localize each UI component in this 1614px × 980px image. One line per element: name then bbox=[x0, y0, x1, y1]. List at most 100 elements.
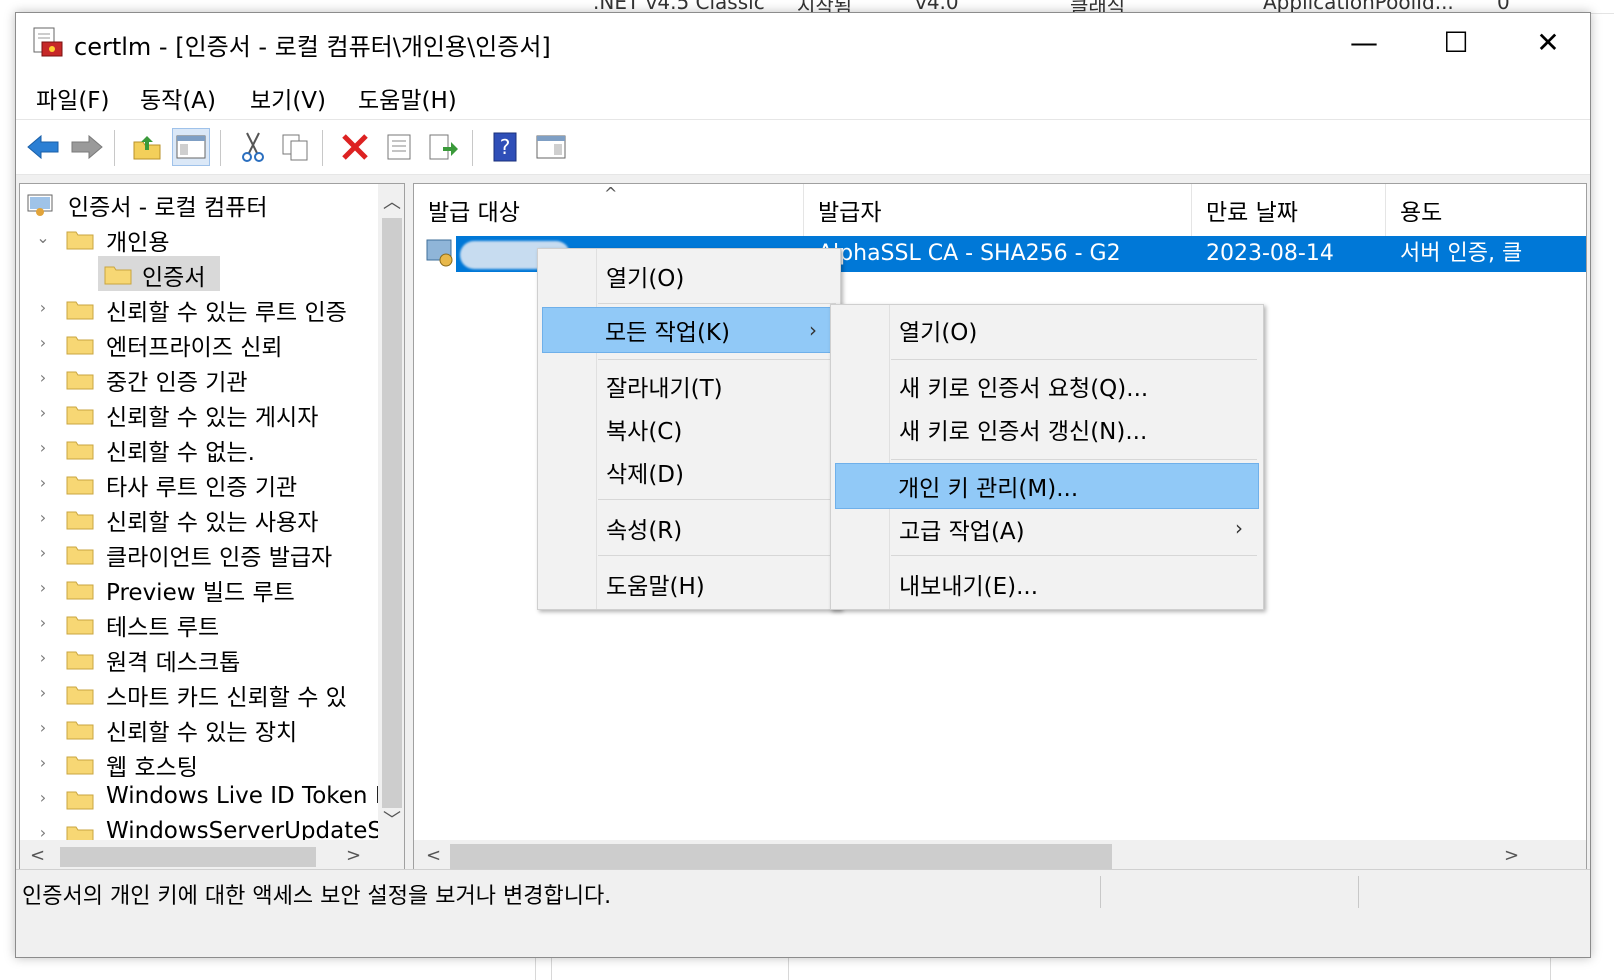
chevron-right-icon[interactable]: › bbox=[34, 508, 52, 527]
tree-item[interactable]: › Preview 빌드 루트 bbox=[20, 571, 378, 607]
tree-item[interactable]: › 테스트 루트 bbox=[20, 606, 378, 642]
menu-view[interactable]: 보기(V) bbox=[250, 81, 326, 115]
minimize-button[interactable]: — bbox=[1318, 13, 1410, 71]
tree-item[interactable]: › 웹 호스팅 bbox=[20, 746, 378, 782]
chevron-right-icon[interactable]: › bbox=[34, 648, 52, 667]
tree-item[interactable]: › 중간 인증 기관 bbox=[20, 361, 378, 397]
folder-icon bbox=[66, 441, 94, 460]
delete-button[interactable] bbox=[336, 128, 374, 166]
menu-item-label: 잘라내기(T) bbox=[606, 376, 723, 402]
tree-item[interactable]: › 신뢰할 수 있는 사용자 bbox=[20, 501, 378, 537]
up-level-button[interactable] bbox=[128, 128, 166, 166]
menu-item-delete[interactable]: 삭제(D) bbox=[540, 449, 838, 495]
copy-button[interactable] bbox=[276, 128, 314, 166]
chevron-right-icon[interactable]: › bbox=[34, 613, 52, 632]
list-horizontal-scroll-thumb[interactable] bbox=[450, 844, 1112, 870]
chevron-right-icon[interactable]: › bbox=[34, 788, 52, 807]
menu-file[interactable]: 파일(F) bbox=[36, 81, 110, 115]
sort-ascending-icon: ^ bbox=[604, 184, 618, 203]
show-action-pane-button[interactable] bbox=[532, 128, 570, 166]
folder-open-icon bbox=[104, 266, 132, 285]
copy-icon bbox=[282, 134, 308, 161]
chevron-right-icon[interactable]: › bbox=[34, 333, 52, 352]
menu-help[interactable]: 도움말(H) bbox=[358, 81, 457, 115]
scroll-down-icon[interactable]: ﹀ bbox=[383, 806, 401, 832]
scroll-left-icon[interactable]: < bbox=[30, 845, 45, 866]
folder-icon bbox=[66, 546, 94, 565]
tree-item[interactable]: › 신뢰할 수 있는 루트 인증 bbox=[20, 291, 378, 327]
tree-item-personal[interactable]: ⌄ 개인용 bbox=[20, 221, 378, 257]
menu-item-properties[interactable]: 속성(R) bbox=[540, 505, 838, 551]
maximize-icon: ☐ bbox=[1443, 25, 1469, 59]
menu-item-all-tasks[interactable]: 모든 작업(K) › bbox=[542, 307, 832, 353]
submenu-item-renew-new-key[interactable]: 새 키로 인증서 갱신(N)... bbox=[833, 406, 1261, 452]
tree-vertical-scroll-thumb[interactable] bbox=[382, 218, 402, 808]
menu-action[interactable]: 동작(A) bbox=[140, 81, 216, 115]
tree-item[interactable]: › 신뢰할 수 있는 게시자 bbox=[20, 396, 378, 432]
folder-icon bbox=[66, 651, 94, 670]
tree-item-certificates[interactable]: 인증서 bbox=[20, 256, 378, 291]
status-text: 인증서의 개인 키에 대한 액세스 보안 설정을 보거나 변경합니다. bbox=[22, 884, 612, 909]
tree-item[interactable]: › Windows Live ID Token Is bbox=[20, 781, 378, 816]
submenu-item-request-new-key[interactable]: 새 키로 인증서 요청(Q)... bbox=[833, 363, 1261, 409]
help-button[interactable]: ? bbox=[486, 128, 524, 166]
tree-item[interactable]: › 엔터프라이즈 신뢰 bbox=[20, 326, 378, 362]
show-hide-tree-button[interactable] bbox=[172, 128, 210, 166]
chevron-right-icon[interactable]: › bbox=[34, 683, 52, 702]
export-list-icon bbox=[429, 134, 458, 160]
close-button[interactable]: ✕ bbox=[1502, 13, 1594, 71]
menu-item-label: 개인 키 관리(M)... bbox=[898, 476, 1079, 502]
back-icon bbox=[27, 134, 59, 160]
scroll-left-icon[interactable]: < bbox=[426, 845, 441, 866]
column-purpose[interactable]: 용도 bbox=[1386, 184, 1586, 236]
back-button[interactable] bbox=[24, 128, 62, 166]
submenu-item-manage-private-keys[interactable]: 개인 키 관리(M)... bbox=[835, 463, 1259, 509]
menu-item-cut[interactable]: 잘라내기(T) bbox=[540, 363, 838, 409]
chevron-right-icon[interactable]: › bbox=[34, 718, 52, 737]
tree-item[interactable]: › 원격 데스크톱 bbox=[20, 641, 378, 677]
tree-item-label: 중간 인증 기관 bbox=[106, 370, 248, 396]
column-issued-to[interactable]: 발급 대상 ^ bbox=[414, 184, 804, 236]
chevron-right-icon[interactable]: › bbox=[34, 823, 52, 842]
menu-item-copy[interactable]: 복사(C) bbox=[540, 406, 838, 452]
cut-button[interactable] bbox=[234, 128, 272, 166]
column-expiration[interactable]: 만료 날짜 bbox=[1192, 184, 1386, 236]
tree-horizontal-scroll-thumb[interactable] bbox=[60, 847, 316, 867]
menu-item-help[interactable]: 도움말(H) bbox=[540, 561, 838, 607]
chevron-right-icon[interactable]: › bbox=[34, 368, 52, 387]
menu-item-open[interactable]: 열기(O) bbox=[540, 253, 838, 299]
scroll-up-icon[interactable]: ︿ bbox=[383, 188, 401, 214]
chevron-right-icon[interactable]: › bbox=[34, 473, 52, 492]
chevron-right-icon[interactable]: › bbox=[34, 578, 52, 597]
tree-item[interactable]: › 스마트 카드 신뢰할 수 있 bbox=[20, 676, 378, 712]
maximize-button[interactable]: ☐ bbox=[1410, 13, 1502, 71]
export-list-button[interactable] bbox=[424, 128, 462, 166]
properties-button[interactable] bbox=[380, 128, 418, 166]
chevron-down-icon[interactable]: ⌄ bbox=[34, 228, 52, 247]
tree-item[interactable]: › 타사 루트 인증 기관 bbox=[20, 466, 378, 502]
chevron-right-icon[interactable]: › bbox=[34, 403, 52, 422]
tree-root[interactable]: 인증서 - 로컬 컴퓨터 bbox=[20, 186, 378, 221]
submenu-item-advanced-operations[interactable]: 고급 작업(A) › bbox=[833, 506, 1261, 552]
scroll-right-icon[interactable]: > bbox=[346, 845, 361, 866]
submenu-item-open[interactable]: 열기(O) bbox=[833, 307, 1261, 353]
tree-item[interactable]: › 신뢰할 수 있는 장치 bbox=[20, 711, 378, 747]
chevron-right-icon[interactable]: › bbox=[34, 298, 52, 317]
forward-button[interactable] bbox=[68, 128, 106, 166]
chevron-right-icon[interactable]: › bbox=[34, 543, 52, 562]
column-issued-by[interactable]: 발급자 bbox=[804, 184, 1192, 236]
tree-item-label: 신뢰할 수 있는 루트 인증 bbox=[106, 300, 347, 326]
tree-vertical-scrollbar[interactable]: ︿ ﹀ bbox=[378, 184, 404, 840]
menu-item-label: 속성(R) bbox=[606, 518, 683, 544]
chevron-right-icon[interactable]: › bbox=[34, 438, 52, 457]
title-bar: certlm - [인증서 - 로컬 컴퓨터\개인용\인증서] — ☐ ✕ bbox=[16, 13, 1590, 71]
menu-item-label: 도움말(H) bbox=[606, 574, 705, 600]
cut-icon bbox=[242, 132, 264, 162]
scroll-right-icon[interactable]: > bbox=[1504, 845, 1519, 866]
folder-icon bbox=[66, 616, 94, 635]
show-action-pane-icon bbox=[536, 135, 566, 159]
tree-item[interactable]: › 클라이언트 인증 발급자 bbox=[20, 536, 378, 572]
submenu-item-export[interactable]: 내보내기(E)... bbox=[833, 561, 1261, 607]
tree-item[interactable]: › 신뢰할 수 없는. bbox=[20, 431, 378, 467]
chevron-right-icon[interactable]: › bbox=[34, 753, 52, 772]
